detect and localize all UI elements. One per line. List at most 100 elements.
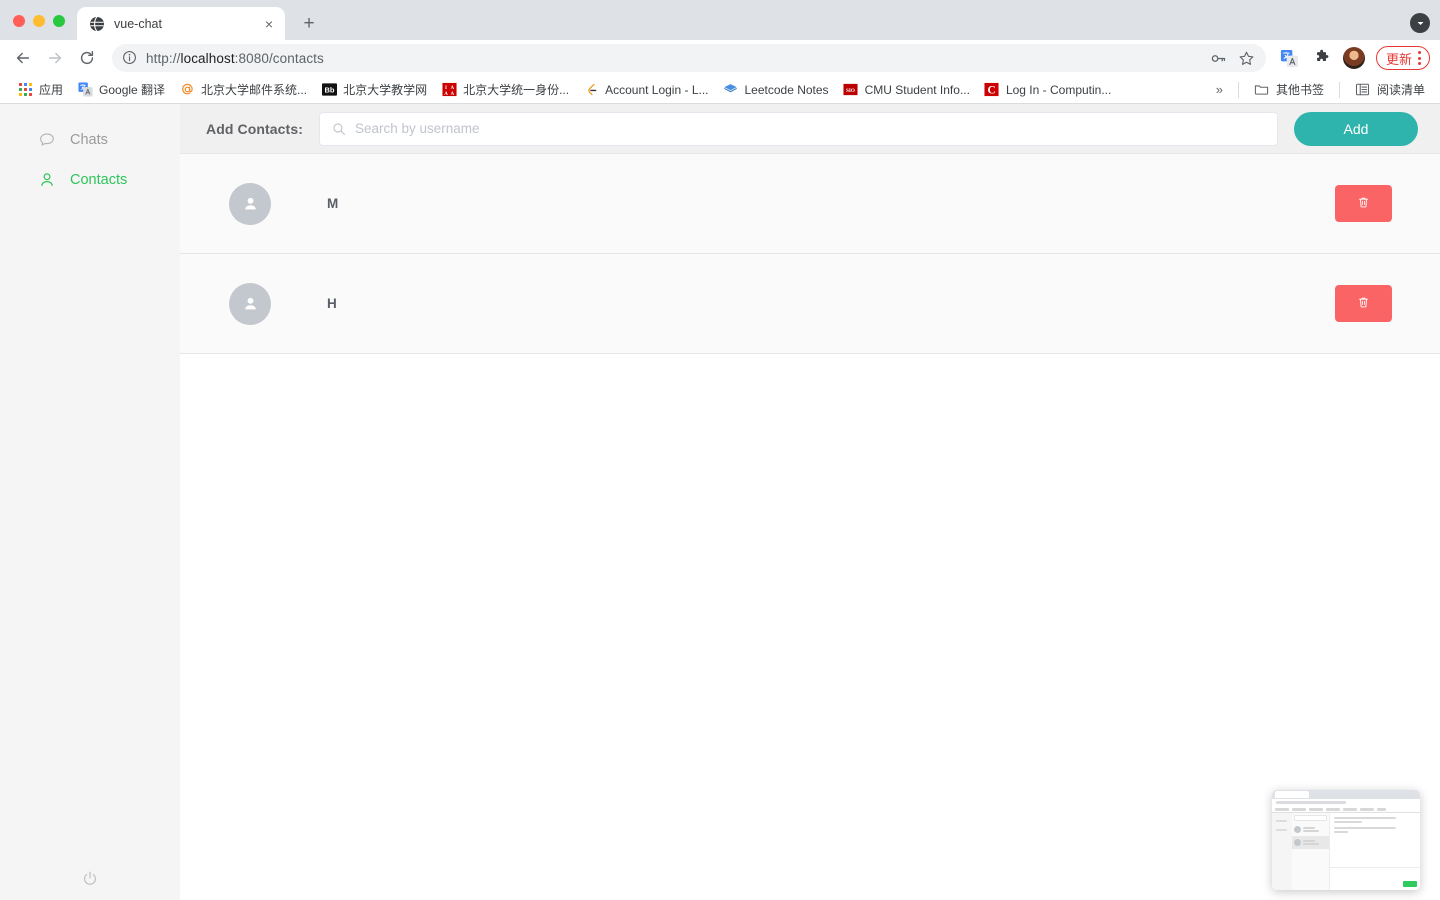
pip-sidebar	[1272, 813, 1292, 890]
person-avatar-icon	[229, 282, 271, 325]
sio-icon: SIO	[843, 82, 859, 98]
contacts-list: M H	[180, 154, 1440, 354]
close-window-button[interactable]	[13, 15, 25, 27]
bookmark-label: 北京大学教学网	[343, 83, 428, 97]
add-contacts-header: Add Contacts: Add	[180, 104, 1440, 154]
blackboard-icon: Bb	[321, 82, 337, 98]
leetcode-icon	[583, 82, 599, 98]
add-contacts-label: Add Contacts:	[206, 120, 303, 137]
update-label: 更新	[1385, 51, 1412, 67]
sidebar-item-chats[interactable]: Chats	[0, 120, 180, 160]
pip-tab	[1275, 791, 1309, 798]
browser-window: vue-chat × + http://localhost:8080/conta…	[0, 0, 1440, 900]
pip-chat-list	[1292, 813, 1330, 890]
address-bar[interactable]: http://localhost:8080/contacts	[112, 44, 1266, 72]
contact-actions	[1335, 185, 1392, 222]
translate-icon[interactable]	[1276, 44, 1304, 72]
bookmark-label: 北京大学邮件系统...	[201, 83, 308, 97]
bookmark-account-login[interactable]: Account Login - L...	[576, 79, 715, 101]
other-bookmarks-label: 其他书签	[1275, 83, 1324, 97]
bookmarks-overflow-button[interactable]: »	[1209, 79, 1230, 100]
globe-icon	[89, 16, 105, 32]
bookmark-label: Log In - Computin...	[1005, 82, 1112, 97]
extensions-puzzle-icon[interactable]	[1308, 44, 1336, 72]
bookmark-pku-course[interactable]: Bb 北京大学教学网	[314, 78, 434, 101]
url-path: :8080/contacts	[234, 50, 324, 66]
chevron-down-circle-icon[interactable]	[1410, 13, 1430, 33]
svg-text:A: A	[450, 91, 454, 97]
contact-actions	[1335, 285, 1392, 322]
contact-row[interactable]: M	[180, 154, 1440, 254]
other-bookmarks-button[interactable]: 其他书签	[1247, 78, 1331, 101]
reading-list-button[interactable]: 阅读清单	[1348, 78, 1432, 101]
tab-title: vue-chat	[114, 16, 162, 31]
close-tab-button[interactable]: ×	[261, 16, 277, 32]
update-button[interactable]: 更新	[1375, 46, 1430, 70]
key-icon[interactable]	[1206, 45, 1232, 71]
contact-name: H	[327, 296, 337, 311]
pip-message	[1334, 827, 1420, 833]
pip-divider	[1330, 867, 1420, 868]
empty-area	[180, 354, 1440, 900]
contact-row[interactable]: H	[180, 254, 1440, 354]
bookmark-label: Leetcode Notes	[744, 82, 829, 97]
back-button[interactable]	[8, 43, 38, 73]
delete-contact-button[interactable]	[1335, 185, 1392, 222]
pip-chat-panel	[1330, 813, 1420, 890]
bookmark-cmu-login[interactable]: C Log In - Computin...	[977, 79, 1118, 101]
bookmark-label: 北京大学统一身份...	[463, 83, 570, 97]
reload-button[interactable]	[72, 43, 102, 73]
pip-list-item	[1292, 823, 1329, 836]
search-input[interactable]	[354, 121, 1265, 136]
svg-text:SIO: SIO	[846, 88, 855, 94]
bookmark-pku-iaaa[interactable]: IAAA 北京大学统一身份...	[434, 78, 576, 101]
pip-send-button	[1403, 881, 1417, 887]
kebab-menu-icon[interactable]	[1415, 51, 1424, 65]
browser-tab[interactable]: vue-chat ×	[77, 7, 285, 40]
bookmark-google-translate[interactable]: Google 翻译	[70, 78, 172, 101]
pip-address-bar	[1272, 799, 1420, 806]
profile-avatar[interactable]	[1340, 44, 1368, 72]
url-text: http://localhost:8080/contacts	[146, 50, 324, 66]
bookmark-label: Account Login - L...	[605, 82, 709, 97]
new-tab-button[interactable]: +	[295, 9, 323, 37]
trash-icon	[1356, 195, 1371, 213]
star-icon[interactable]	[1234, 45, 1260, 71]
google-translate-icon	[77, 82, 93, 98]
bookmark-apps[interactable]: 应用	[10, 78, 70, 101]
logout-button[interactable]	[0, 870, 180, 888]
add-button[interactable]: Add	[1294, 111, 1418, 146]
tab-strip: vue-chat × +	[0, 0, 1440, 40]
svg-text:Bb: Bb	[324, 85, 334, 94]
trash-icon	[1356, 295, 1371, 313]
notes-book-icon	[723, 82, 739, 98]
window-controls	[0, 15, 77, 40]
sidebar-item-contacts[interactable]: Contacts	[0, 160, 180, 200]
forward-button[interactable]	[40, 43, 70, 73]
minimize-window-button[interactable]	[33, 15, 45, 27]
apps-grid-icon	[17, 82, 33, 98]
search-field-wrapper[interactable]	[318, 111, 1278, 146]
sidebar-item-label: Contacts	[70, 171, 128, 188]
cmu-c-icon: C	[984, 82, 1000, 98]
svg-text:C: C	[988, 85, 996, 97]
pip-tab-strip	[1272, 790, 1420, 799]
pip-body	[1272, 813, 1420, 890]
bookmarks-bar: 应用 Google 翻译 北京大学邮件系统... Bb 北京大学教学网 I A …	[0, 76, 1440, 104]
info-circle-icon[interactable]	[122, 50, 138, 66]
reading-list-icon	[1355, 82, 1371, 98]
bookmark-label: 应用	[39, 83, 64, 97]
bookmark-pku-mail[interactable]: 北京大学邮件系统...	[172, 78, 314, 101]
folder-icon	[1254, 82, 1270, 98]
maximize-window-button[interactable]	[53, 15, 65, 27]
delete-contact-button[interactable]	[1335, 285, 1392, 322]
pip-message	[1334, 817, 1420, 823]
picture-in-picture-preview[interactable]	[1272, 790, 1420, 890]
sidebar-item-label: Chats	[70, 131, 108, 148]
at-sign-icon	[179, 82, 195, 98]
bookmark-leetcode-notes[interactable]: Leetcode Notes	[716, 79, 836, 101]
divider	[1237, 81, 1239, 98]
main-content: Add Contacts: Add M	[180, 104, 1440, 900]
bookmarks-bar-right: » 其他书签 阅读清单	[1209, 78, 1432, 101]
bookmark-cmu-sio[interactable]: SIO CMU Student Info...	[836, 79, 977, 101]
